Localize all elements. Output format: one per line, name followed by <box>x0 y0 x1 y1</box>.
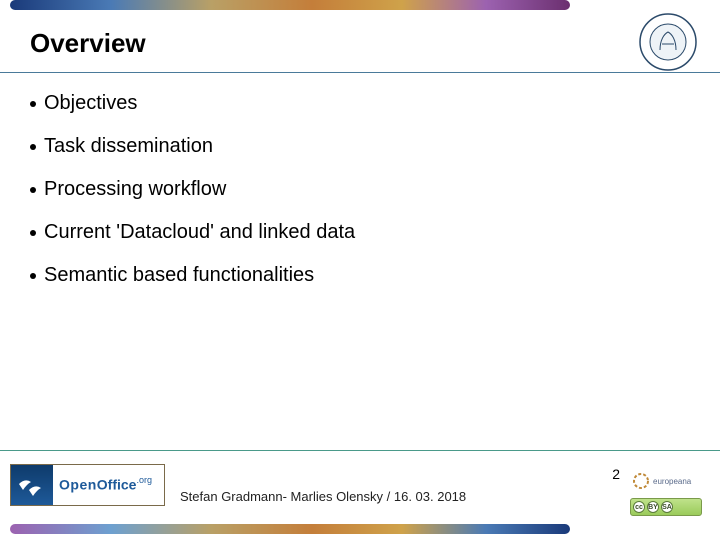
bottom-accent-bar <box>10 524 570 534</box>
top-accent-bar <box>10 0 570 10</box>
list-item: Task dissemination <box>30 135 670 158</box>
bullet-text: Semantic based functionalities <box>44 264 314 287</box>
cc-sa-icon: SA <box>661 501 673 513</box>
list-item: Processing workflow <box>30 178 670 201</box>
page-number: 2 <box>612 466 620 482</box>
bullet-icon <box>30 230 36 236</box>
humboldt-seal-icon <box>638 12 698 72</box>
openoffice-org: .org <box>136 475 152 485</box>
bullet-text: Task dissemination <box>44 135 213 158</box>
footer-attribution: Stefan Gradmann- Marlies Olensky / 16. 0… <box>180 489 466 504</box>
list-item: Objectives <box>30 92 670 115</box>
cc-license-badge: cc BY SA <box>630 498 702 516</box>
bullet-text: Current 'Datacloud' and linked data <box>44 221 355 244</box>
bullet-icon <box>30 273 36 279</box>
openoffice-badge: OpenOffice.org <box>10 464 165 506</box>
bullet-list: Objectives Task dissemination Processing… <box>30 92 670 307</box>
europeana-icon <box>632 472 650 490</box>
list-item: Semantic based functionalities <box>30 264 670 287</box>
openoffice-text: OpenOffice.org <box>53 476 164 493</box>
europeana-label: europeana <box>653 477 691 486</box>
bullet-icon <box>30 187 36 193</box>
bullet-icon <box>30 101 36 107</box>
openoffice-gulls-icon <box>11 464 53 506</box>
bullet-icon <box>30 144 36 150</box>
openoffice-office: Office <box>97 477 137 493</box>
list-item: Current 'Datacloud' and linked data <box>30 221 670 244</box>
footer-divider <box>0 450 720 451</box>
slide-title: Overview <box>30 28 146 59</box>
cc-by-icon: BY <box>647 501 659 513</box>
europeana-logo: europeana <box>632 470 702 492</box>
slide: Overview Objectives Task dissemination P… <box>0 0 720 540</box>
bullet-text: Objectives <box>44 92 137 115</box>
bullet-text: Processing workflow <box>44 178 226 201</box>
title-divider <box>0 72 720 73</box>
cc-icon: cc <box>633 501 645 513</box>
openoffice-open: Open <box>59 477 97 493</box>
